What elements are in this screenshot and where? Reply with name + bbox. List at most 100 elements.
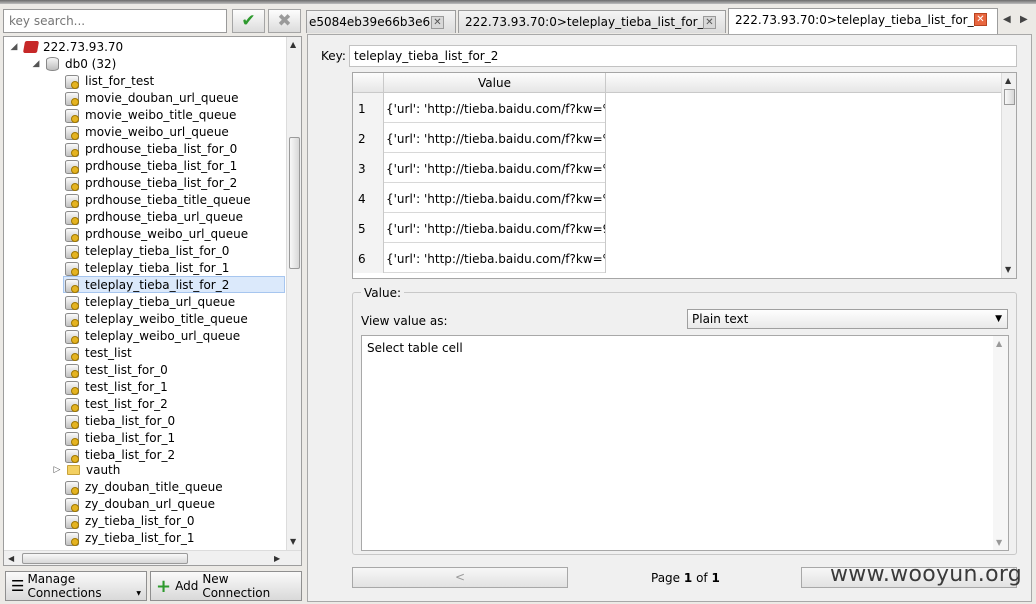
row-value-cell[interactable]: {'url': 'http://tieba.baidu.com/f?kw=%E [384, 183, 606, 213]
tree-key-item[interactable]: teleplay_weibo_title_queue [64, 310, 248, 327]
tree-key-item[interactable]: tieba_list_for_1 [64, 429, 175, 446]
table-row[interactable]: 2 {'url': 'http://tieba.baidu.com/f?kw=%E [353, 123, 606, 153]
tree-key-label: prdhouse_tieba_list_for_1 [85, 158, 238, 173]
textarea-scrollbar[interactable]: ▲ ▼ [993, 336, 1008, 550]
apply-filter-button[interactable]: ✔ [232, 9, 265, 33]
row-number[interactable]: 1 [353, 93, 384, 123]
manage-connections-button[interactable]: ☰ Manage Connections ▼ [5, 571, 147, 601]
header-filler [606, 73, 1002, 93]
add-new-connection-button[interactable]: + Add New Connection [150, 571, 302, 601]
table-row[interactable]: 4 {'url': 'http://tieba.baidu.com/f?kw=%E [353, 183, 606, 213]
key-icon [64, 497, 79, 512]
value-text-area[interactable]: Select table cell ▲ ▼ [361, 335, 1009, 551]
page-text: Page [651, 571, 681, 585]
value-table[interactable]: Value 1 {'url': 'http://tieba.baidu.com/f… [352, 72, 1017, 279]
tree-key-label: zy_douban_url_queue [85, 496, 216, 511]
key-name-field[interactable]: teleplay_tieba_list_for_2 [349, 45, 1017, 67]
tree-key-item[interactable]: list_for_test [64, 72, 154, 89]
scroll-down-icon[interactable]: ▼ [996, 538, 1002, 547]
tab-label: e5084eb39e66b3e6 [309, 15, 431, 29]
scroll-thumb[interactable] [22, 553, 188, 564]
tab-3-active[interactable]: 222.73.93.70:0>teleplay_tieba_list_for_2… [728, 8, 998, 34]
scroll-down-icon[interactable]: ▼ [1005, 265, 1011, 274]
tree-db-node[interactable]: ◢ db0 (32) [30, 55, 116, 72]
row-number[interactable]: 5 [353, 213, 384, 243]
tree-key-item[interactable]: prdhouse_weibo_url_queue [64, 225, 248, 242]
close-icon[interactable]: ✕ [431, 16, 444, 29]
tree-key-item[interactable]: prdhouse_tieba_url_queue [64, 208, 243, 225]
row-value-cell[interactable]: {'url': 'http://tieba.baidu.com/f?kw=%C [384, 153, 606, 183]
row-number[interactable]: 3 [353, 153, 384, 183]
scroll-left-icon[interactable]: ◀ [8, 554, 14, 563]
table-row[interactable]: 5 {'url': 'http://tieba.baidu.com/f?kw=94 [353, 213, 606, 243]
table-row[interactable]: 3 {'url': 'http://tieba.baidu.com/f?kw=%C [353, 153, 606, 183]
key-label: Key: [321, 49, 346, 63]
current-page: 1 [683, 571, 693, 585]
table-vertical-scrollbar[interactable]: ▲ ▼ [1001, 73, 1016, 278]
tree-key-item[interactable]: prdhouse_tieba_list_for_0 [64, 140, 237, 157]
scroll-up-icon[interactable]: ▲ [1005, 76, 1011, 85]
page-indicator: Page 1 of 1 [651, 571, 720, 585]
tree-key-item[interactable]: test_list_for_0 [64, 361, 168, 378]
close-icon[interactable]: ✕ [974, 13, 987, 26]
table-row[interactable]: 1 {'url': 'http://tieba.baidu.com/f?kw=%D [353, 93, 606, 123]
tree-key-item[interactable]: teleplay_tieba_list_for_1 [64, 259, 229, 276]
tree-key-item[interactable]: zy_douban_url_queue [64, 495, 215, 512]
scroll-right-icon[interactable]: ▶ [274, 554, 280, 563]
tree-key-label: tieba_list_for_0 [85, 413, 176, 428]
tree-key-item[interactable]: tieba_list_for_0 [64, 412, 175, 429]
clear-filter-button[interactable]: ✖ [268, 9, 301, 33]
tree-key-item[interactable]: movie_douban_url_queue [64, 89, 238, 106]
key-icon [64, 414, 79, 429]
row-number[interactable]: 4 [353, 183, 384, 213]
row-value-cell[interactable]: {'url': 'http://tieba.baidu.com/f?kw=%E [384, 123, 606, 153]
row-value-cell[interactable]: {'url': 'http://tieba.baidu.com/f?kw=%D [384, 93, 606, 123]
tab-2[interactable]: 222.73.93.70:0>teleplay_tieba_list_for_2… [458, 10, 726, 33]
row-value-cell[interactable]: {'url': 'http://tieba.baidu.com/f?kw=%C [384, 243, 606, 273]
tree-key-item[interactable]: prdhouse_tieba_list_for_1 [64, 157, 237, 174]
tree-key-item[interactable]: movie_weibo_url_queue [64, 123, 229, 140]
tree-key-label: list_for_test [85, 73, 155, 88]
tab-scroll-left-icon[interactable]: ◀ [1003, 14, 1011, 25]
prev-page-button[interactable]: < [352, 567, 568, 588]
tree-key-item[interactable]: test_list_for_2 [64, 395, 168, 412]
tree-key-item[interactable]: teleplay_tieba_url_queue [64, 293, 235, 310]
key-icon [64, 312, 79, 327]
tree-key-item[interactable]: test_list [64, 344, 132, 361]
tab-1[interactable]: e5084eb39e66b3e6 ✕ [306, 10, 456, 33]
scroll-thumb[interactable] [1004, 89, 1015, 105]
plus-icon: + [156, 575, 172, 597]
row-number[interactable]: 6 [353, 243, 384, 273]
scroll-up-icon[interactable]: ▲ [290, 40, 296, 49]
tree-folder-vauth[interactable]: ▷ vauth [51, 461, 121, 478]
tree-key-item[interactable]: movie_weibo_title_queue [64, 106, 236, 123]
row-value-cell[interactable]: {'url': 'http://tieba.baidu.com/f?kw=94 [384, 213, 606, 243]
tree-key-item[interactable]: teleplay_tieba_list_for_0 [64, 242, 229, 259]
tree-key-label: zy_tieba_list_for_1 [85, 530, 195, 545]
tree-key-item[interactable]: prdhouse_tieba_list_for_2 [64, 174, 237, 191]
key-search-input[interactable] [3, 9, 227, 33]
tree-server-node[interactable]: ◢ 222.73.93.70 [8, 38, 124, 55]
scroll-up-icon[interactable]: ▲ [996, 339, 1002, 348]
scroll-down-icon[interactable]: ▼ [290, 537, 296, 546]
row-number[interactable]: 2 [353, 123, 384, 153]
tree-key-item[interactable]: test_list_for_1 [64, 378, 168, 395]
tree-key-item[interactable]: teleplay_weibo_url_queue [64, 327, 240, 344]
table-row[interactable]: 6 {'url': 'http://tieba.baidu.com/f?kw=%C [353, 243, 606, 273]
tree-key-item[interactable]: prdhouse_tieba_title_queue [64, 191, 251, 208]
tree-vertical-scrollbar[interactable]: ▲ ▼ [286, 37, 301, 550]
new-connection-label: New Connection [202, 572, 271, 600]
view-format-select[interactable]: Plain text ▼ [687, 309, 1008, 329]
tree-horizontal-scrollbar[interactable]: ◀ ▶ [4, 550, 301, 565]
close-icon[interactable]: ✕ [703, 16, 716, 29]
collapsed-arrow-icon: ▷ [53, 464, 61, 475]
tree-key-item[interactable]: teleplay_tieba_list_for_2 [63, 276, 285, 293]
tree-key-item[interactable]: zy_tieba_list_for_0 [64, 512, 195, 529]
key-tree[interactable]: ◢ 222.73.93.70 ◢ db0 (32) list_for_test m… [3, 36, 302, 566]
tree-key-item[interactable]: zy_tieba_list_for_1 [64, 529, 195, 546]
tab-scroll-right-icon[interactable]: ▶ [1020, 14, 1028, 25]
key-icon [64, 295, 79, 310]
scroll-thumb[interactable] [289, 137, 300, 269]
tree-key-item[interactable]: zy_douban_title_queue [64, 478, 223, 495]
column-header-value[interactable]: Value [384, 73, 606, 93]
